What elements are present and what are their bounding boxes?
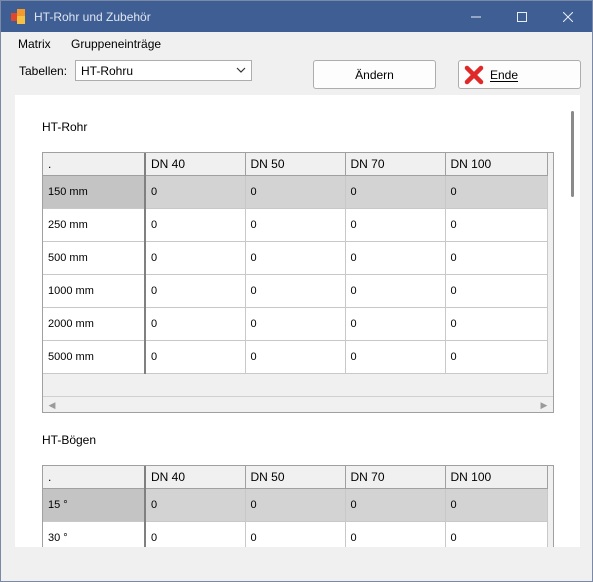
close-window-button[interactable] (545, 1, 591, 32)
grid-cell[interactable]: 0 (145, 307, 246, 341)
row-header[interactable]: 150 mm (43, 175, 146, 209)
grid-cell[interactable]: 0 (245, 274, 346, 308)
table-row[interactable]: 1000 mm 0 0 0 0 (43, 274, 548, 308)
grid-cell[interactable]: 0 (445, 340, 548, 374)
grid-cell[interactable]: 0 (145, 340, 246, 374)
grid-cell[interactable]: 0 (245, 175, 346, 209)
grid-cell[interactable]: 0 (145, 274, 246, 308)
grid-cell[interactable]: 0 (345, 307, 446, 341)
menu-matrix[interactable]: Matrix (18, 37, 51, 51)
title-bar[interactable]: HT-Rohr und Zubehör (1, 1, 592, 32)
window-title: HT-Rohr und Zubehör (34, 10, 151, 24)
grid-cell[interactable]: 0 (145, 208, 246, 242)
red-x-icon (464, 65, 484, 84)
grid-cell[interactable]: 0 (345, 488, 446, 522)
column-header[interactable]: DN 70 (345, 153, 446, 176)
grid-ht-rohr[interactable]: . DN 40 DN 50 DN 70 DN 100 150 mm 0 0 0 … (42, 152, 554, 413)
grid-header-row: . DN 40 DN 50 DN 70 DN 100 (43, 466, 548, 489)
grid-corner-cell: . (43, 153, 146, 176)
maximize-button[interactable] (499, 1, 545, 32)
scroll-right-icon[interactable]: ▶ (539, 400, 549, 410)
row-header[interactable]: 500 mm (43, 241, 146, 275)
grid-cell[interactable]: 0 (245, 488, 346, 522)
grid-cell[interactable]: 0 (245, 521, 346, 547)
grid-ht-boegen[interactable]: . DN 40 DN 50 DN 70 DN 100 15 ° 0 0 0 0 … (42, 465, 554, 547)
column-header[interactable]: DN 70 (345, 466, 446, 489)
minimize-icon (471, 16, 481, 17)
table-row[interactable]: 2000 mm 0 0 0 0 (43, 307, 548, 341)
column-header[interactable]: DN 40 (145, 153, 246, 176)
grid-cell[interactable]: 0 (245, 241, 346, 275)
grid-cell[interactable]: 0 (145, 521, 246, 547)
end-button-label: Ende (490, 67, 519, 82)
vertical-scrollbar[interactable] (566, 95, 580, 547)
grid-cell[interactable]: 0 (345, 274, 446, 308)
menu-gruppeneintraege[interactable]: Gruppeneinträge (71, 37, 161, 51)
app-icon (11, 9, 27, 25)
row-header[interactable]: 2000 mm (43, 307, 146, 341)
grid-cell[interactable]: 0 (345, 208, 446, 242)
row-header[interactable]: 250 mm (43, 208, 146, 242)
table-row[interactable]: 250 mm 0 0 0 0 (43, 208, 548, 242)
row-header[interactable]: 15 ° (43, 488, 146, 522)
column-header[interactable]: DN 50 (245, 153, 346, 176)
grid-header-row: . DN 40 DN 50 DN 70 DN 100 (43, 153, 548, 176)
grid-cell[interactable]: 0 (445, 307, 548, 341)
column-header[interactable]: DN 40 (145, 466, 246, 489)
tables-dropdown-value: HT-Rohru (81, 64, 134, 78)
minimize-button[interactable] (453, 1, 499, 32)
change-button[interactable]: Ändern (313, 60, 436, 89)
grid-cell[interactable]: 0 (345, 241, 446, 275)
section-title-ht-rohr: HT-Rohr (42, 120, 88, 134)
grid-cell[interactable]: 0 (245, 208, 346, 242)
grid-cell[interactable]: 0 (445, 488, 548, 522)
table-row[interactable]: 500 mm 0 0 0 0 (43, 241, 548, 275)
table-row[interactable]: 30 ° 0 0 0 0 (43, 521, 548, 547)
table-row[interactable]: 15 ° 0 0 0 0 (43, 488, 548, 522)
tables-dropdown[interactable]: HT-Rohru (75, 60, 252, 81)
grid-cell[interactable]: 0 (445, 175, 548, 209)
horizontal-scrollbar[interactable]: ◀ ▶ (43, 395, 553, 412)
section-title-ht-boegen: HT-Bögen (42, 433, 97, 447)
grid-corner-cell: . (43, 466, 146, 489)
scroll-content-panel: HT-Rohr . DN 40 DN 50 DN 70 DN 100 150 m… (15, 95, 566, 547)
grid-cell[interactable]: 0 (345, 521, 446, 547)
row-header[interactable]: 30 ° (43, 521, 146, 547)
tables-label: Tabellen: (19, 64, 68, 78)
grid-cell[interactable]: 0 (445, 521, 548, 547)
column-header[interactable]: DN 50 (245, 466, 346, 489)
end-button[interactable]: Ende (458, 60, 581, 89)
scroll-left-icon[interactable]: ◀ (47, 400, 57, 410)
grid-cell[interactable]: 0 (345, 175, 446, 209)
table-row[interactable]: 150 mm 0 0 0 0 (43, 175, 548, 209)
column-header[interactable]: DN 100 (445, 466, 548, 489)
menu-bar: Matrix Gruppeneinträge (1, 32, 592, 54)
row-header[interactable]: 1000 mm (43, 274, 146, 308)
grid-cell[interactable]: 0 (245, 307, 346, 341)
row-header[interactable]: 5000 mm (43, 340, 146, 374)
column-header[interactable]: DN 100 (445, 153, 548, 176)
grid-cell[interactable]: 0 (145, 488, 246, 522)
chevron-down-icon (236, 67, 246, 73)
grid-cell[interactable]: 0 (445, 274, 548, 308)
app-window: HT-Rohr und Zubehör Matrix Gruppeneinträ… (0, 0, 593, 582)
grid-cell[interactable]: 0 (145, 175, 246, 209)
change-button-label: Ändern (355, 67, 394, 82)
grid-cell[interactable]: 0 (445, 208, 548, 242)
table-row[interactable]: 5000 mm 0 0 0 0 (43, 340, 548, 374)
close-icon (563, 11, 573, 22)
grid-cell[interactable]: 0 (345, 340, 446, 374)
grid-empty-area (43, 374, 553, 396)
scrollbar-thumb[interactable] (571, 111, 574, 197)
grid-cell[interactable]: 0 (245, 340, 346, 374)
grid-cell[interactable]: 0 (445, 241, 548, 275)
grid-cell[interactable]: 0 (145, 241, 246, 275)
maximize-icon (517, 11, 527, 22)
